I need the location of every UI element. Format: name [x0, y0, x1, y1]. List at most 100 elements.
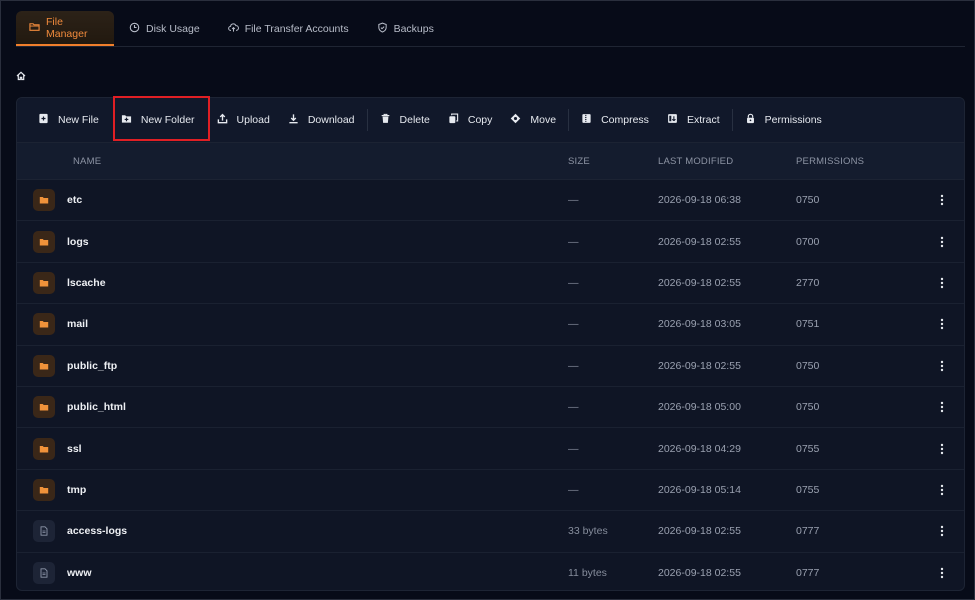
file-size: — — [568, 318, 579, 331]
table-row[interactable]: public_ftp — 2026-09-18 02:55 0750 — [17, 346, 964, 387]
tab-label: Backups — [393, 22, 434, 35]
file-name[interactable]: www — [67, 567, 92, 579]
extract-button[interactable]: Extract — [658, 98, 729, 142]
download-icon — [288, 113, 299, 127]
file-modified: 2026-09-18 02:55 — [658, 276, 741, 289]
file-name[interactable]: mail — [67, 318, 88, 330]
folder-icon — [33, 313, 55, 336]
new-folder-label: New Folder — [140, 114, 195, 126]
table-row[interactable]: mail — 2026-09-18 03:05 0751 — [17, 304, 964, 346]
file-name[interactable]: ssl — [67, 443, 82, 455]
copy-label: Copy — [467, 114, 493, 126]
folder-icon — [33, 478, 55, 501]
more-options-icon[interactable] — [938, 483, 946, 497]
more-options-icon[interactable] — [938, 235, 946, 249]
tab-label: File Transfer Accounts — [244, 22, 349, 35]
file-size: 11 bytes — [568, 566, 607, 579]
permissions-button[interactable]: Permissions — [736, 98, 831, 142]
file-modified: 2026-09-18 05:14 — [658, 483, 741, 496]
file-modified: 2026-09-18 02:55 — [658, 566, 741, 579]
file-permissions: 0750 — [796, 359, 820, 372]
file-permissions: 0755 — [796, 442, 820, 455]
column-header-size[interactable]: SIZE — [568, 156, 590, 167]
table-row[interactable]: public_html — 2026-09-18 05:00 0750 — [17, 387, 964, 429]
folder-icon — [33, 354, 55, 377]
more-options-icon[interactable] — [938, 566, 946, 580]
tab-backups[interactable]: Backups — [364, 11, 447, 46]
move-label: Move — [530, 114, 557, 126]
file-size: — — [568, 401, 579, 414]
file-size: — — [568, 442, 579, 455]
file-name[interactable]: tmp — [67, 484, 86, 496]
column-header-permissions[interactable]: PERMISSIONS — [796, 156, 864, 167]
table-row[interactable]: tmp — 2026-09-18 05:14 0755 — [17, 470, 964, 512]
folder-icon — [33, 230, 55, 253]
new-file-button[interactable]: New File — [29, 98, 108, 142]
delete-button[interactable]: Delete — [371, 98, 439, 142]
more-options-icon[interactable] — [938, 524, 946, 538]
toolbar-divider — [366, 109, 368, 131]
new-folder-icon — [121, 113, 132, 127]
table-header: NAME SIZE LAST MODIFIED PERMISSIONS — [17, 142, 964, 180]
folder-icon — [29, 21, 40, 35]
table-row[interactable]: access-logs 33 bytes 2026-09-18 02:55 0777 — [17, 511, 964, 553]
permissions-label: Permissions — [764, 114, 822, 126]
toolbar-divider — [731, 109, 733, 131]
file-name[interactable]: etc — [67, 194, 82, 206]
tab-file-transfer-accounts[interactable]: File Transfer Accounts — [215, 11, 362, 46]
file-permissions: 0751 — [796, 318, 820, 331]
file-name[interactable]: public_html — [67, 401, 126, 413]
file-size: — — [568, 194, 579, 207]
file-size: — — [568, 483, 579, 496]
table-row[interactable]: ssl — 2026-09-18 04:29 0755 — [17, 428, 964, 470]
new-file-icon — [38, 113, 49, 127]
file-list: etc — 2026-09-18 06:38 0750 logs — 2026-09-18 … — [17, 180, 964, 590]
more-options-icon[interactable] — [938, 400, 946, 414]
clock-icon — [129, 22, 140, 36]
lock-icon — [745, 113, 756, 127]
compress-button[interactable]: Compress — [572, 98, 658, 142]
more-options-icon[interactable] — [938, 359, 946, 373]
file-name[interactable]: public_ftp — [67, 360, 117, 372]
file-modified: 2026-09-18 02:55 — [658, 235, 741, 248]
new-folder-button[interactable]: New Folder — [112, 98, 204, 142]
table-row[interactable]: www 11 bytes 2026-09-18 02:55 0777 — [17, 553, 964, 590]
file-size: 33 bytes — [568, 525, 608, 538]
file-modified: 2026-09-18 02:55 — [658, 525, 741, 538]
table-row[interactable]: etc — 2026-09-18 06:38 0750 — [17, 180, 964, 222]
home-icon — [16, 68, 26, 86]
file-name[interactable]: lscache — [67, 277, 106, 289]
file-permissions: 0750 — [796, 194, 820, 207]
file-name[interactable]: access-logs — [67, 525, 127, 537]
column-header-modified[interactable]: LAST MODIFIED — [658, 156, 733, 167]
folder-icon — [33, 189, 55, 212]
file-manager-panel: New File New Folder Upload Download Dele… — [16, 97, 965, 591]
table-row[interactable]: logs — 2026-09-18 02:55 0700 — [17, 221, 964, 263]
shield-icon — [377, 22, 388, 36]
file-size: — — [568, 359, 579, 372]
tab-disk-usage[interactable]: Disk Usage — [116, 11, 213, 46]
file-size: — — [568, 276, 579, 289]
new-file-label: New File — [58, 114, 99, 126]
more-options-icon[interactable] — [938, 442, 946, 456]
download-button[interactable]: Download — [279, 98, 364, 142]
move-button[interactable]: Move — [501, 98, 565, 142]
move-icon — [510, 113, 521, 127]
column-header-name[interactable]: NAME — [73, 156, 101, 167]
tab-file-manager[interactable]: File Manager — [16, 11, 114, 46]
download-label: Download — [307, 114, 355, 126]
table-row[interactable]: lscache — 2026-09-18 02:55 2770 — [17, 263, 964, 305]
extract-icon — [667, 113, 678, 127]
more-options-icon[interactable] — [938, 317, 946, 331]
file-modified: 2026-09-18 05:00 — [658, 401, 741, 414]
copy-button[interactable]: Copy — [439, 98, 502, 142]
archive-icon — [581, 113, 592, 127]
toolbar-divider — [568, 109, 570, 131]
file-modified: 2026-09-18 06:38 — [658, 194, 741, 207]
folder-icon — [33, 437, 55, 460]
file-name[interactable]: logs — [67, 236, 89, 248]
more-options-icon[interactable] — [938, 193, 946, 207]
more-options-icon[interactable] — [938, 276, 946, 290]
upload-button[interactable]: Upload — [208, 98, 279, 142]
breadcrumb-home[interactable] — [14, 70, 28, 84]
